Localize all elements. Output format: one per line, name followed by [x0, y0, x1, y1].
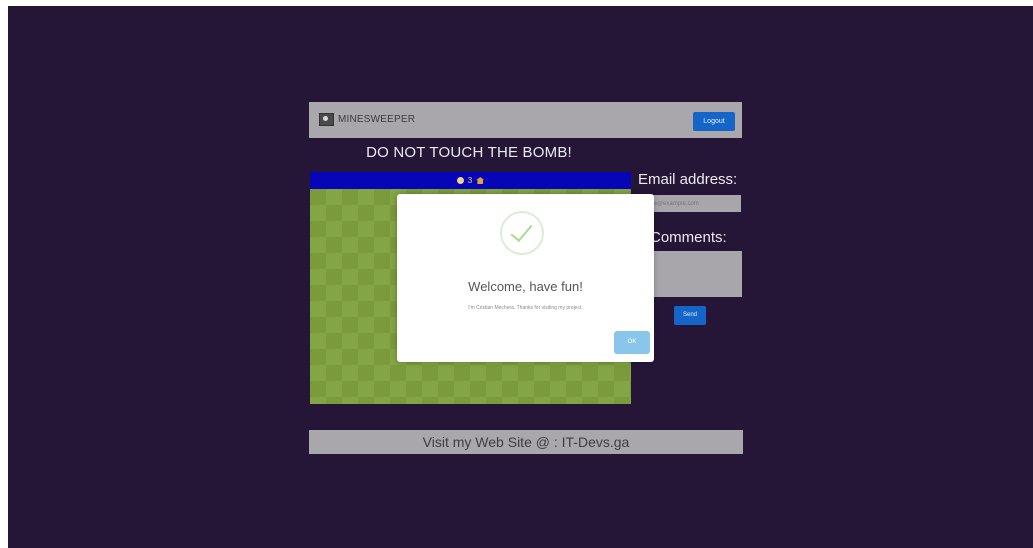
game-headline: DO NOT TOUCH THE BOMB! [366, 144, 572, 161]
comments-label: Comments: [650, 229, 727, 246]
dialog-message: I'm Cristian Mechera. Thanks for visitin… [468, 305, 583, 311]
welcome-dialog: Welcome, have fun! I'm Cristian Mechera.… [397, 194, 654, 362]
page-background: MINESWEEPER Logout DO NOT TOUCH THE BOMB… [8, 6, 1033, 548]
brand-title: MINESWEEPER [338, 114, 416, 125]
email-label: Email address: [638, 171, 738, 188]
ok-button[interactable]: OK [614, 331, 650, 354]
minesweeper-logo-icon [319, 113, 334, 126]
success-check-icon [500, 211, 544, 255]
flag-icon [456, 177, 464, 184]
home-icon[interactable] [476, 177, 485, 184]
footer-link[interactable]: Visit my Web Site @ : IT-Devs.ga [309, 430, 743, 454]
dialog-title: Welcome, have fun! [468, 279, 583, 294]
brand[interactable]: MINESWEEPER [319, 113, 415, 126]
logout-button[interactable]: Logout [693, 112, 735, 131]
send-button[interactable]: Send [674, 306, 706, 325]
game-status-bar: 3 [310, 172, 631, 189]
navbar: MINESWEEPER Logout [309, 102, 742, 138]
mine-counter: 3 [467, 176, 473, 185]
